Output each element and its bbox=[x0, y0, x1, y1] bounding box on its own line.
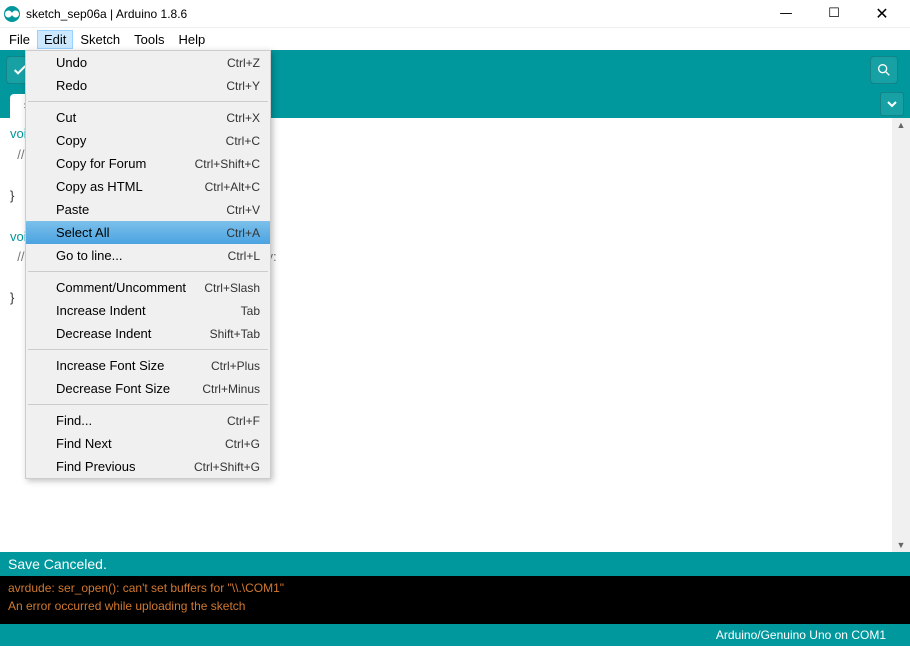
menu-help[interactable]: Help bbox=[171, 30, 212, 49]
menu-item-increase-indent[interactable]: Increase IndentTab bbox=[26, 299, 270, 322]
menu-item-copy[interactable]: CopyCtrl+C bbox=[26, 129, 270, 152]
menu-item-label: Find Previous bbox=[56, 459, 194, 474]
status-message-text: Save Canceled. bbox=[8, 556, 107, 572]
menu-item-label: Decrease Indent bbox=[56, 326, 210, 341]
menu-item-copy-as-html[interactable]: Copy as HTMLCtrl+Alt+C bbox=[26, 175, 270, 198]
menu-item-cut[interactable]: CutCtrl+X bbox=[26, 106, 270, 129]
bottom-status-bar: Arduino/Genuino Uno on COM1 bbox=[0, 624, 910, 646]
menu-item-label: Copy for Forum bbox=[56, 156, 195, 171]
menu-item-find-next[interactable]: Find NextCtrl+G bbox=[26, 432, 270, 455]
menu-file[interactable]: File bbox=[2, 30, 37, 49]
menu-item-label: Redo bbox=[56, 78, 226, 93]
menu-item-shortcut: Tab bbox=[241, 304, 260, 318]
tab-menu-button[interactable] bbox=[880, 92, 904, 116]
chevron-down-icon bbox=[886, 98, 898, 110]
menu-item-label: Comment/Uncomment bbox=[56, 280, 204, 295]
menu-item-increase-font-size[interactable]: Increase Font SizeCtrl+Plus bbox=[26, 354, 270, 377]
menubar: File Edit Sketch Tools Help bbox=[0, 28, 910, 50]
scroll-up-icon[interactable]: ▲ bbox=[895, 118, 908, 132]
menu-item-label: Cut bbox=[56, 110, 226, 125]
menu-tools[interactable]: Tools bbox=[127, 30, 171, 49]
menu-item-shortcut: Ctrl+Shift+G bbox=[194, 460, 260, 474]
menu-item-label: Find Next bbox=[56, 436, 225, 451]
menu-item-comment-uncomment[interactable]: Comment/UncommentCtrl+Slash bbox=[26, 276, 270, 299]
menu-item-shortcut: Ctrl+G bbox=[225, 437, 260, 451]
scroll-down-icon[interactable]: ▼ bbox=[895, 538, 908, 552]
menu-item-shortcut: Ctrl+F bbox=[227, 414, 260, 428]
magnifier-icon bbox=[876, 62, 892, 78]
menu-item-label: Undo bbox=[56, 55, 227, 70]
menu-item-shortcut: Ctrl+C bbox=[226, 134, 260, 148]
menu-item-shortcut: Ctrl+Plus bbox=[211, 359, 260, 373]
maximize-button[interactable]: ☐ bbox=[810, 0, 858, 27]
menu-separator bbox=[28, 404, 268, 405]
menu-item-find[interactable]: Find...Ctrl+F bbox=[26, 409, 270, 432]
status-message-bar: Save Canceled. bbox=[0, 552, 910, 576]
menu-separator bbox=[28, 101, 268, 102]
board-port-info: Arduino/Genuino Uno on COM1 bbox=[716, 628, 886, 642]
menu-item-copy-for-forum[interactable]: Copy for ForumCtrl+Shift+C bbox=[26, 152, 270, 175]
menu-item-label: Increase Indent bbox=[56, 303, 241, 318]
menu-item-decrease-font-size[interactable]: Decrease Font SizeCtrl+Minus bbox=[26, 377, 270, 400]
window-controls: — ☐ ✕ bbox=[762, 0, 906, 27]
menu-item-label: Select All bbox=[56, 225, 226, 240]
menu-item-undo[interactable]: UndoCtrl+Z bbox=[26, 51, 270, 74]
menu-item-shortcut: Ctrl+Z bbox=[227, 56, 260, 70]
menu-item-shortcut: Ctrl+Slash bbox=[204, 281, 260, 295]
serial-monitor-button[interactable] bbox=[870, 56, 898, 84]
menu-item-go-to-line[interactable]: Go to line...Ctrl+L bbox=[26, 244, 270, 267]
menu-item-label: Paste bbox=[56, 202, 226, 217]
menu-item-shortcut: Ctrl+Minus bbox=[202, 382, 260, 396]
menu-item-label: Decrease Font Size bbox=[56, 381, 202, 396]
menu-item-shortcut: Ctrl+X bbox=[226, 111, 260, 125]
window-title: sketch_sep06a | Arduino 1.8.6 bbox=[26, 7, 762, 21]
menu-separator bbox=[28, 271, 268, 272]
menu-item-redo[interactable]: RedoCtrl+Y bbox=[26, 74, 270, 97]
menu-item-select-all[interactable]: Select AllCtrl+A bbox=[26, 221, 270, 244]
menu-item-label: Copy as HTML bbox=[56, 179, 205, 194]
console-line: An error occurred while uploading the sk… bbox=[8, 599, 245, 613]
menu-sketch[interactable]: Sketch bbox=[73, 30, 127, 49]
editor-scrollbar[interactable]: ▲ ▼ bbox=[892, 118, 910, 552]
menu-item-shortcut: Ctrl+A bbox=[226, 226, 260, 240]
menu-item-find-previous[interactable]: Find PreviousCtrl+Shift+G bbox=[26, 455, 270, 478]
menu-item-label: Find... bbox=[56, 413, 227, 428]
menu-item-label: Increase Font Size bbox=[56, 358, 211, 373]
menu-item-shortcut: Ctrl+Y bbox=[226, 79, 260, 93]
menu-edit[interactable]: Edit bbox=[37, 30, 73, 49]
menu-item-label: Copy bbox=[56, 133, 226, 148]
console-line: avrdude: ser_open(): can't set buffers f… bbox=[8, 581, 284, 595]
arduino-logo-icon bbox=[4, 6, 20, 22]
menu-item-shortcut: Ctrl+L bbox=[228, 249, 260, 263]
menu-item-paste[interactable]: PasteCtrl+V bbox=[26, 198, 270, 221]
menu-item-shortcut: Shift+Tab bbox=[210, 327, 260, 341]
close-button[interactable]: ✕ bbox=[858, 0, 906, 27]
console[interactable]: avrdude: ser_open(): can't set buffers f… bbox=[0, 576, 910, 624]
menu-item-shortcut: Ctrl+V bbox=[226, 203, 260, 217]
minimize-button[interactable]: — bbox=[762, 0, 810, 27]
menu-item-decrease-indent[interactable]: Decrease IndentShift+Tab bbox=[26, 322, 270, 345]
menu-item-shortcut: Ctrl+Shift+C bbox=[195, 157, 260, 171]
menu-item-label: Go to line... bbox=[56, 248, 228, 263]
menu-separator bbox=[28, 349, 268, 350]
titlebar: sketch_sep06a | Arduino 1.8.6 — ☐ ✕ bbox=[0, 0, 910, 28]
menu-item-shortcut: Ctrl+Alt+C bbox=[205, 180, 260, 194]
edit-menu-dropdown: UndoCtrl+ZRedoCtrl+YCutCtrl+XCopyCtrl+CC… bbox=[25, 50, 271, 479]
